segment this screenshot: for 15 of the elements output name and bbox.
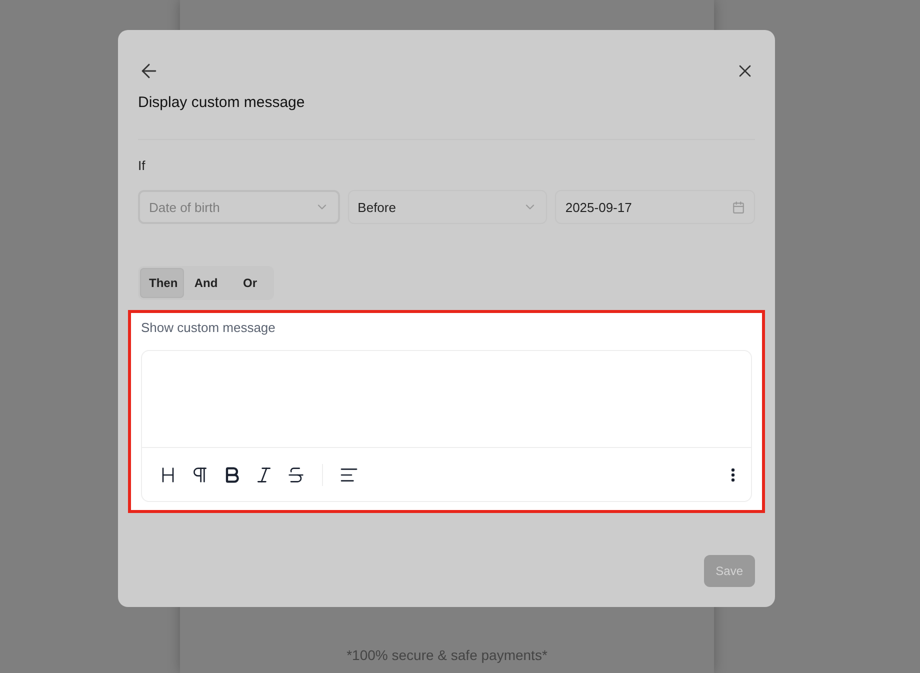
- connector-tab[interactable]: Or: [228, 268, 272, 298]
- action-label: Show custom message: [141, 320, 276, 335]
- field-select[interactable]: Date of birth: [138, 190, 340, 224]
- security-note: *100% secure & safe payments*: [346, 647, 548, 663]
- connector-tab[interactable]: And: [184, 268, 228, 298]
- strikethrough-icon: [286, 464, 306, 484]
- connector-tab[interactable]: Then: [140, 268, 184, 298]
- date-field[interactable]: 2025-09-17: [555, 190, 756, 224]
- field-input[interactable]: Date of birth: [149, 200, 293, 214]
- dialog-title: Display custom message: [138, 94, 755, 140]
- calendar-icon: [732, 200, 746, 214]
- operator-select[interactable]: Before: [348, 190, 548, 224]
- more-icon: [731, 468, 735, 482]
- more-button[interactable]: [729, 466, 737, 484]
- condition-label: If: [138, 158, 146, 173]
